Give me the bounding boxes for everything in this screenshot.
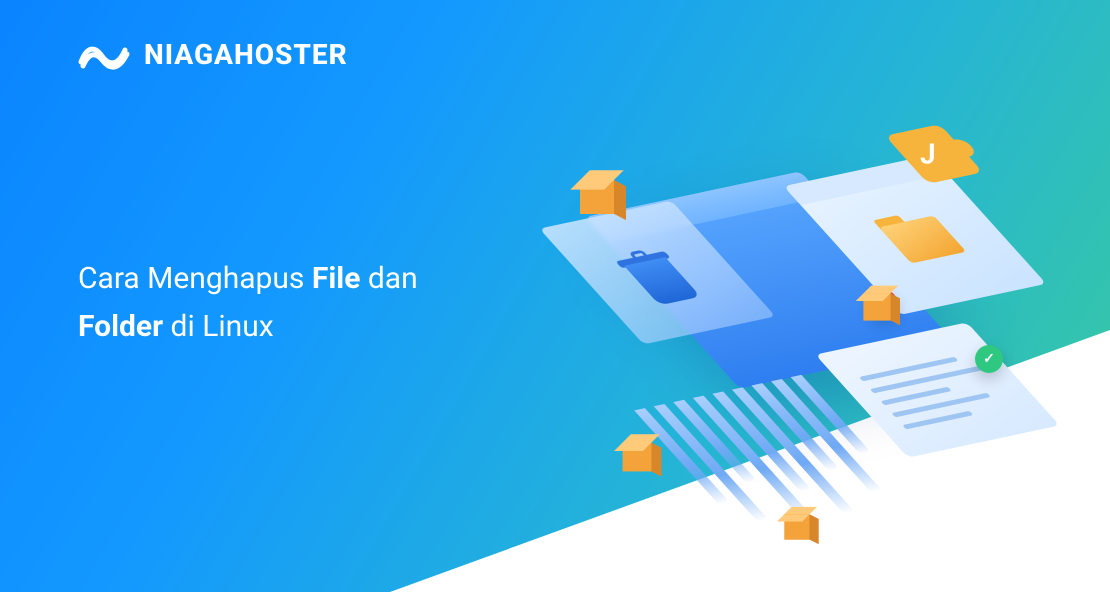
headline-part3: di Linux bbox=[163, 309, 274, 344]
white-triangle-decor bbox=[390, 330, 1110, 592]
headline-part2: dan bbox=[360, 261, 417, 296]
headline-bold-folder: Folder bbox=[78, 309, 163, 344]
folder-panel bbox=[784, 155, 1047, 315]
headline-bold-file: File bbox=[312, 261, 361, 296]
puzzle-piece-icon: J bbox=[885, 124, 983, 184]
headline-text: Cara Menghapus File dan Folder di Linux bbox=[78, 255, 418, 351]
cube-decor bbox=[863, 293, 890, 320]
cube-decor bbox=[580, 180, 614, 214]
trash-icon bbox=[609, 246, 707, 307]
headline-part1: Cara Menghapus bbox=[78, 261, 312, 296]
infinity-wave-icon bbox=[78, 40, 130, 70]
brand-logo: NIAGAHOSTER bbox=[78, 38, 348, 71]
folder-icon bbox=[879, 216, 966, 264]
puzzle-letter: J bbox=[920, 137, 936, 170]
trash-panel bbox=[539, 201, 775, 345]
close-badge-icon: ✕ bbox=[870, 290, 898, 318]
brand-name: NIAGAHOSTER bbox=[144, 38, 348, 71]
banner-canvas: NIAGAHOSTER Cara Menghapus File dan Fold… bbox=[0, 0, 1110, 592]
